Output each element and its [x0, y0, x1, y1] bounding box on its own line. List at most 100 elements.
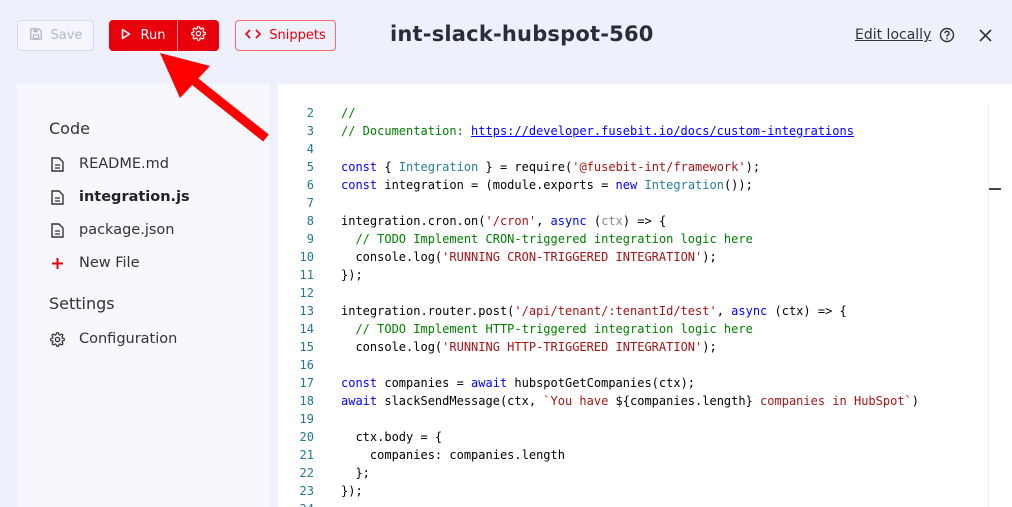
code-text: const integration = (module.exports = ne… — [341, 178, 753, 192]
sidebar-item-integration-js[interactable]: integration.js — [49, 187, 190, 207]
settings-section-title: Settings — [49, 294, 115, 313]
edit-locally-link[interactable]: Edit locally — [855, 27, 931, 43]
code-text: console.log('RUNNING CRON-TRIGGERED INTE… — [341, 250, 717, 264]
code-line[interactable]: 24 — [278, 500, 988, 507]
file-icon — [49, 189, 65, 205]
gear-icon — [191, 26, 206, 45]
line-number: 11 — [299, 268, 314, 282]
code-line[interactable]: 10 console.log('RUNNING CRON-TRIGGERED I… — [278, 248, 988, 266]
code-line[interactable]: 9 // TODO Implement CRON-triggered integ… — [278, 230, 988, 248]
sidebar-item-label: package.json — [79, 222, 175, 238]
header: Save Run Snippets int-slack-hubspot-560 … — [0, 0, 1012, 72]
code-line[interactable]: 4 — [278, 140, 988, 158]
sidebar-item-package-json[interactable]: package.json — [49, 220, 174, 240]
code-text: }); — [341, 484, 363, 498]
code-text: // Documentation: https://developer.fuse… — [341, 124, 854, 138]
code-line[interactable]: 21 companies: companies.length — [278, 446, 988, 464]
code-text: companies: companies.length — [341, 448, 565, 462]
code-line[interactable]: 16 — [278, 356, 988, 374]
code-text: await slackSendMessage(ctx, `You have ${… — [341, 394, 920, 408]
run-button-group: Run — [109, 20, 219, 51]
code-line[interactable]: 20 ctx.body = { — [278, 428, 988, 446]
code-text: integration.router.post('/api/tenant/:te… — [341, 304, 847, 318]
sidebar: Code README.md integration.js package.js… — [17, 84, 270, 507]
code-text: }); — [341, 268, 363, 282]
code-line[interactable]: 23}); — [278, 482, 988, 500]
code-line[interactable]: 19 — [278, 410, 988, 428]
code-text: }; — [341, 466, 370, 480]
sidebar-item-label: integration.js — [79, 189, 190, 205]
code-line[interactable]: 15 console.log('RUNNING HTTP-TRIGGERED I… — [278, 338, 988, 356]
file-icon — [49, 156, 65, 172]
line-number: 19 — [299, 412, 314, 426]
line-number: 6 — [306, 178, 314, 192]
line-number: 12 — [299, 286, 314, 300]
play-icon — [121, 28, 131, 44]
line-number: 2 — [306, 106, 314, 120]
code-line[interactable]: 13 integration.router.post('/api/tenant/:… — [278, 302, 988, 320]
snippets-label: Snippets — [269, 28, 326, 43]
sidebar-item-configuration[interactable]: Configuration — [49, 329, 177, 349]
code-line[interactable]: 8 integration.cron.on('/cron', async (ctx… — [278, 212, 988, 230]
line-number: 3 — [306, 124, 314, 138]
line-number: 24 — [278, 500, 314, 507]
line-number: 5 — [306, 160, 314, 174]
file-icon — [49, 222, 65, 238]
line-number: 9 — [306, 232, 314, 246]
line-number: 7 — [306, 196, 314, 210]
code-text: const { Integration } = require('@fusebi… — [341, 160, 761, 174]
code-text: // TODO Implement CRON-triggered integra… — [355, 232, 753, 246]
code-section-title: Code — [49, 119, 90, 138]
code-line[interactable]: 14 // TODO Implement HTTP-triggered inte… — [278, 320, 988, 338]
run-button[interactable]: Run — [109, 20, 178, 51]
code-line[interactable]: 12 — [278, 284, 988, 302]
line-number: 4 — [306, 142, 314, 156]
run-settings-button[interactable] — [178, 20, 219, 51]
snippets-button[interactable]: Snippets — [235, 20, 336, 51]
help-icon[interactable] — [939, 27, 955, 43]
code-text: const companies = await hubspotGetCompan… — [341, 376, 696, 390]
code-text: ctx.body = { — [341, 430, 443, 444]
scrollbar-marker — [989, 188, 1001, 190]
code-line[interactable]: 5 const { Integration } = require('@fuseb… — [278, 158, 988, 176]
configuration-label: Configuration — [79, 331, 178, 347]
gear-icon — [49, 331, 65, 347]
line-number: 16 — [299, 358, 314, 372]
code-line[interactable]: 6 const integration = (module.exports = n… — [278, 176, 988, 194]
editor-scrollbar[interactable] — [988, 104, 1002, 507]
line-number: 18 — [299, 394, 314, 408]
code-editor[interactable]: 2 // 3 // Documentation: https://developer.… — [278, 84, 1012, 507]
code-line[interactable]: 3 // Documentation: https://developer.fus… — [278, 122, 988, 140]
code-line[interactable]: 22 }; — [278, 464, 988, 482]
close-icon[interactable] — [978, 28, 993, 43]
code-text: integration.cron.on('/cron', async (ctx)… — [341, 214, 667, 228]
line-number: 17 — [299, 376, 314, 390]
code-line[interactable]: 11}); — [278, 266, 988, 284]
sidebar-item-label: README.md — [79, 156, 169, 172]
code-brackets-icon — [245, 28, 262, 44]
code-text: console.log('RUNNING HTTP-TRIGGERED INTE… — [341, 340, 717, 354]
line-number: 10 — [299, 250, 314, 264]
line-number: 23 — [299, 484, 314, 498]
code-text: // TODO Implement HTTP-triggered integra… — [355, 322, 753, 336]
code-text: // — [341, 106, 356, 120]
new-file-button[interactable]: New File — [49, 253, 140, 273]
line-number: 21 — [299, 448, 314, 462]
code-lines[interactable]: 2 // 3 // Documentation: https://developer.… — [278, 104, 988, 507]
save-button[interactable]: Save — [17, 20, 94, 51]
line-number: 14 — [299, 322, 314, 336]
line-number: 22 — [299, 466, 314, 480]
code-line[interactable]: 2 // — [278, 104, 988, 122]
code-line[interactable]: 7 — [278, 194, 988, 212]
code-line[interactable]: 18 await slackSendMessage(ctx, `You have … — [278, 392, 988, 410]
line-number: 20 — [299, 430, 314, 444]
code-line[interactable]: 17 const companies = await hubspotGetComp… — [278, 374, 988, 392]
page-title: int-slack-hubspot-560 — [390, 22, 654, 46]
sidebar-item-readme[interactable]: README.md — [49, 154, 169, 174]
